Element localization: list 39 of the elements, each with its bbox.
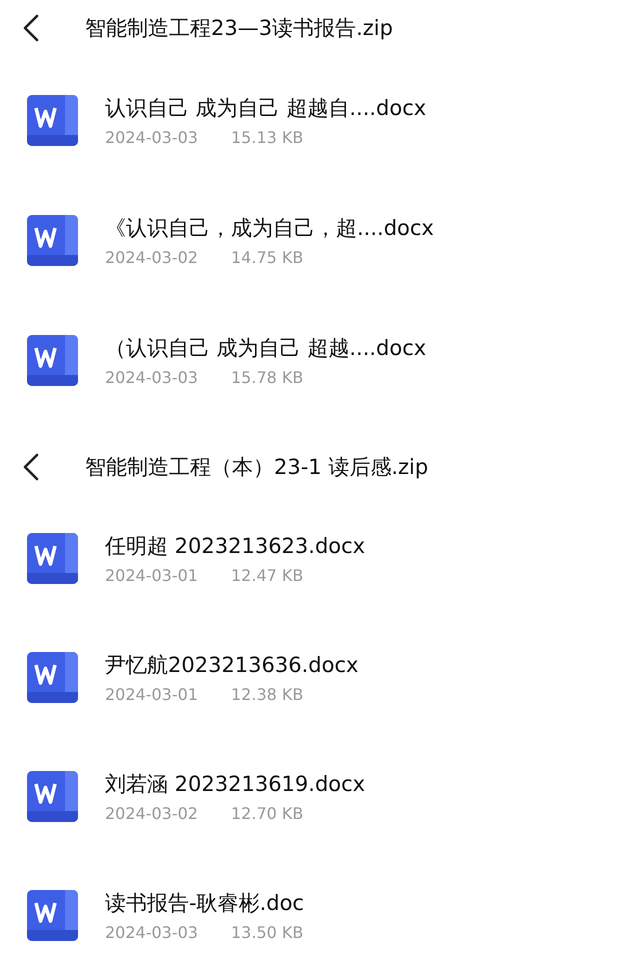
file-name: 尹忆航2023213636.docx — [105, 652, 358, 679]
file-date: 2024-03-03 — [105, 368, 199, 386]
file-item[interactable]: 读书报告-耿睿彬.doc 2024-03-03 13.50 KB — [0, 856, 640, 975]
word-document-icon — [27, 771, 78, 822]
file-date: 2024-03-03 — [105, 923, 199, 942]
word-document-icon — [27, 94, 78, 146]
file-item[interactable]: 刘若涵 2023213619.docx 2024-03-02 12.70 KB — [0, 737, 640, 856]
back-icon[interactable] — [22, 453, 40, 481]
file-date: 2024-03-02 — [105, 804, 199, 823]
file-size: 15.13 KB — [231, 128, 304, 146]
file-size: 13.50 KB — [231, 923, 304, 942]
archive-title: 智能制造工程23—3读书报告.zip — [85, 15, 393, 42]
file-item[interactable]: 《认识自己，成为自己，超....docx 2024-03-02 14.75 KB — [0, 180, 640, 300]
word-document-icon — [27, 890, 78, 941]
word-document-icon — [27, 214, 78, 266]
file-size: 15.78 KB — [231, 368, 304, 386]
file-item[interactable]: 尹忆航2023213636.docx 2024-03-01 12.38 KB — [0, 618, 640, 737]
file-name: 认识自己 成为自己 超越自....docx — [105, 94, 426, 122]
file-name: 《认识自己，成为自己，超....docx — [105, 214, 434, 242]
file-name: 读书报告-耿睿彬.doc — [105, 890, 304, 917]
file-item[interactable]: 认识自己 成为自己 超越自....docx 2024-03-03 15.13 KB — [0, 60, 640, 180]
back-icon[interactable] — [22, 14, 40, 42]
file-date: 2024-03-03 — [105, 128, 199, 146]
file-size: 14.75 KB — [231, 248, 304, 266]
file-date: 2024-03-02 — [105, 248, 199, 266]
file-size: 12.47 KB — [231, 566, 304, 585]
file-date: 2024-03-01 — [105, 685, 199, 704]
file-size: 12.70 KB — [231, 804, 304, 823]
file-name: 刘若涵 2023213619.docx — [105, 771, 366, 798]
word-document-icon — [27, 533, 78, 584]
file-name: 任明超 2023213623.docx — [105, 533, 366, 560]
file-item[interactable]: （认识自己 成为自己 超越....docx 2024-03-03 15.78 KB — [0, 300, 640, 420]
word-document-icon — [27, 334, 78, 386]
file-name: （认识自己 成为自己 超越....docx — [105, 334, 426, 362]
word-document-icon — [27, 652, 78, 703]
file-size: 12.38 KB — [231, 685, 304, 704]
file-date: 2024-03-01 — [105, 566, 199, 585]
file-item[interactable]: 任明超 2023213623.docx 2024-03-01 12.47 KB — [0, 499, 640, 618]
archive-title: 智能制造工程（本）23-1 读后感.zip — [85, 454, 428, 481]
